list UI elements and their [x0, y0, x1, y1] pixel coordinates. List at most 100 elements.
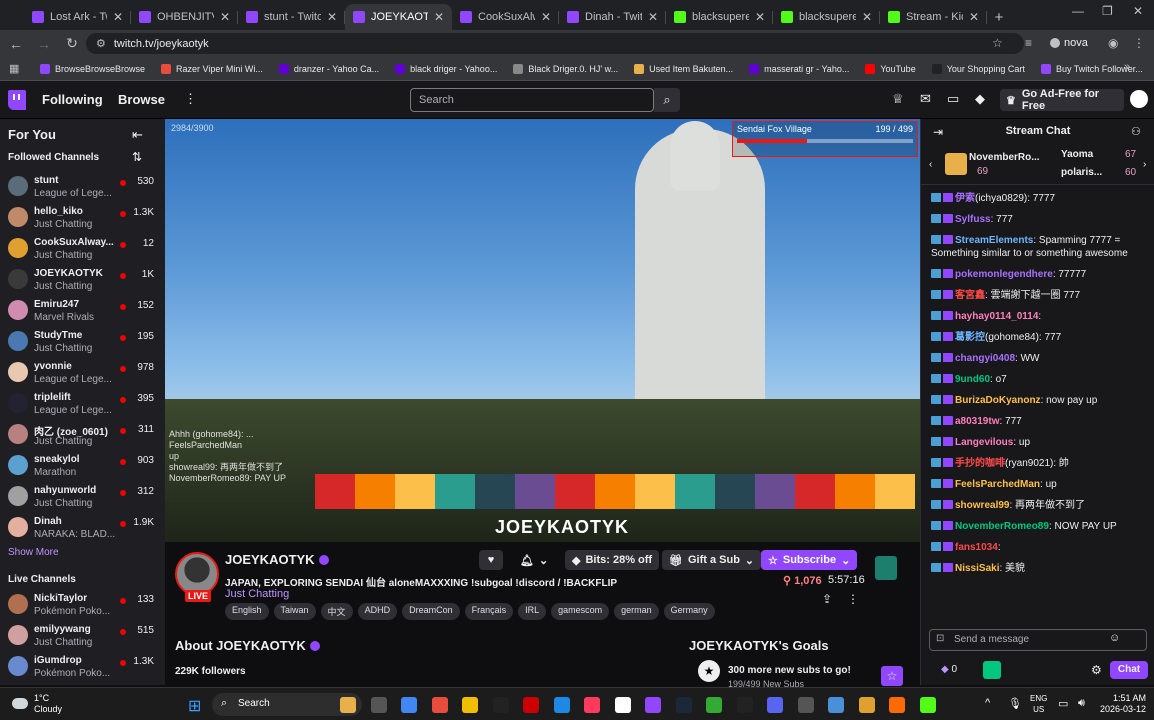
site-info-icon[interactable]: ⚙: [96, 37, 106, 50]
extension-icon[interactable]: [875, 556, 897, 580]
stream-tag[interactable]: IRL: [518, 603, 547, 620]
more-options-icon[interactable]: ⋮: [847, 592, 859, 606]
browser-tab[interactable]: JOEYKAOTY ✕: [345, 4, 452, 30]
app-icon[interactable]: [523, 697, 539, 713]
leaderboard-next-icon[interactable]: ›: [1143, 159, 1146, 170]
forward-icon[interactable]: →: [32, 36, 56, 52]
url-field[interactable]: ⚙ twitch.tv/joeykaotyk: [86, 33, 1024, 54]
stream-tag[interactable]: Taiwan: [273, 603, 316, 620]
app-icon[interactable]: [858, 697, 875, 713]
chat-username[interactable]: pokemonlegendhere: [955, 269, 1053, 280]
leaderboard-prev-icon[interactable]: ‹: [929, 159, 932, 170]
sidebar-channel[interactable]: yvonnie League of Lege... 978: [8, 360, 158, 388]
tab-close-icon[interactable]: ✕: [327, 10, 337, 24]
twitch-logo-icon[interactable]: [8, 90, 26, 110]
sidebar-channel[interactable]: NickiTaylor Pokémon Poko... 133: [8, 592, 158, 620]
collapse-sidebar-icon[interactable]: ⇤: [132, 127, 143, 143]
chat-username[interactable]: 9und60: [955, 374, 990, 385]
chat-username[interactable]: NissiSaki: [955, 563, 999, 574]
sidebar-channel[interactable]: Emiru247 Marvel Rivals 152: [8, 298, 158, 326]
steam-app-icon[interactable]: [675, 697, 692, 713]
stream-tag[interactable]: 中文: [320, 603, 353, 620]
sidebar-channel[interactable]: CookSuxAlway... Just Chatting 12: [8, 236, 158, 264]
app-icon[interactable]: [828, 697, 844, 713]
chat-username[interactable]: Langevilous: [955, 437, 1013, 448]
minimize-icon[interactable]: —: [1072, 4, 1084, 18]
whispers-icon[interactable]: ▭: [947, 91, 959, 107]
sidebar-channel[interactable]: iGumdrop Pokémon Poko... 1.3K: [8, 654, 158, 682]
sidebar-channel[interactable]: StudyTme Just Chatting 195: [8, 329, 158, 357]
sort-icon[interactable]: ⇅: [132, 150, 142, 164]
browser-tab[interactable]: CookSuxAlw ✕: [452, 4, 559, 30]
search-icon[interactable]: ⌕: [654, 88, 680, 112]
tab-close-icon[interactable]: ✕: [969, 10, 979, 24]
sidebar-channel[interactable]: JOEYKAOTYK Just Chatting 1K: [8, 267, 158, 295]
stream-category[interactable]: Just Chatting: [225, 588, 289, 600]
tab-close-icon[interactable]: ✕: [113, 10, 123, 24]
emote-card-icon[interactable]: ⊡: [936, 633, 944, 644]
file-explorer-app-icon[interactable]: [340, 697, 356, 713]
microphone-icon[interactable]: 🎙︎: [1008, 697, 1022, 710]
inbox-icon[interactable]: ✉: [920, 91, 931, 107]
browser-tab[interactable]: Lost Ark - Twitch ✕: [24, 4, 131, 30]
weather-widget[interactable]: 1°C Cloudy: [34, 693, 62, 715]
capcut-app-icon[interactable]: [492, 697, 509, 713]
bookmark-item[interactable]: Razer Viper Mini Wi...: [161, 63, 263, 74]
stream-tag[interactable]: ADHD: [357, 603, 398, 620]
stream-tag[interactable]: Français: [464, 603, 514, 620]
tab-close-icon[interactable]: ✕: [220, 10, 230, 24]
show-more-link[interactable]: Show More: [8, 547, 59, 558]
emote-picker-icon[interactable]: ☺: [1109, 632, 1120, 644]
prime-icon[interactable]: ♕: [892, 91, 904, 107]
chat-username[interactable]: BurizaDoKyanonz: [955, 395, 1041, 406]
stream-tag[interactable]: gamescom: [551, 603, 610, 620]
sidebar-channel[interactable]: Dinah NARAKA: BLAD... 1.9K: [8, 515, 158, 543]
sidebar-channel[interactable]: nahyunworld Just Chatting 312: [8, 484, 158, 512]
chat-username[interactable]: 客宮鑫: [955, 290, 985, 301]
sidebar-channel[interactable]: stunt League of Lege... 530: [8, 174, 158, 202]
tab-close-icon[interactable]: ✕: [648, 10, 658, 24]
account-icon[interactable]: ◉: [1108, 36, 1118, 50]
chat-username[interactable]: NovemberRomeo89: [955, 521, 1049, 532]
copilot-app-icon[interactable]: [431, 697, 448, 713]
goal-badge-icon[interactable]: ☆: [881, 666, 903, 686]
chat-username[interactable]: showreal99: [955, 500, 1009, 511]
user-avatar[interactable]: [1130, 90, 1148, 108]
star-icon[interactable]: ☆: [992, 36, 1003, 50]
language-indicator[interactable]: ENG US: [1030, 693, 1047, 715]
apps-icon[interactable]: ▦: [9, 62, 19, 75]
stream-tag[interactable]: DreamCon: [402, 603, 460, 620]
windows-start-icon[interactable]: ⊞: [188, 696, 201, 716]
maximize-icon[interactable]: ❐: [1102, 4, 1113, 18]
close-window-icon[interactable]: ✕: [1133, 4, 1143, 18]
bookmark-item[interactable]: dranzer - Yahoo Ca...: [278, 63, 379, 74]
follow-heart-button[interactable]: ♥: [479, 550, 503, 570]
browser-tab[interactable]: stunt - Twitc ✕: [238, 4, 345, 30]
more-options-icon[interactable]: ⋮: [184, 91, 197, 107]
chat-username[interactable]: hayhay0114_0114: [955, 311, 1038, 322]
system-clock[interactable]: 1:51 AM 2026-03-12: [1100, 693, 1146, 715]
tab-close-icon[interactable]: ✕: [755, 10, 765, 24]
chat-username[interactable]: changyi0408: [955, 353, 1015, 364]
bookmark-item[interactable]: YouTube: [865, 63, 916, 74]
reload-icon[interactable]: ↻: [60, 35, 84, 52]
bits-icon[interactable]: ◆: [975, 91, 985, 107]
channel-points[interactable]: ◆ 0: [941, 664, 957, 675]
browser-tab[interactable]: Stream - Kick D ✕: [880, 4, 987, 30]
bonus-icon[interactable]: [983, 661, 1001, 679]
community-icon[interactable]: ⚇: [1131, 125, 1141, 138]
music-app-icon[interactable]: [584, 697, 600, 713]
chat-send-button[interactable]: Chat: [1110, 661, 1148, 679]
chat-username[interactable]: Sylfuss: [955, 214, 991, 225]
twitch-app-icon[interactable]: [645, 697, 661, 713]
app-icon[interactable]: [736, 697, 753, 713]
chrome-app-icon[interactable]: [401, 697, 417, 713]
chat-settings-icon[interactable]: ⚙: [1091, 663, 1102, 677]
bits-button[interactable]: ◆ Bits: 28% off: [565, 550, 660, 570]
discord-app-icon[interactable]: [767, 697, 783, 713]
profile-button[interactable]: nova: [1050, 37, 1088, 49]
bookmark-item[interactable]: black driger - Yahoo...: [395, 63, 497, 74]
bookmark-item[interactable]: BrowseBrowseBrowse: [40, 63, 145, 74]
app-icon[interactable]: [889, 697, 905, 713]
bookmark-item[interactable]: Black Driger.0. HJ' w...: [513, 63, 618, 74]
